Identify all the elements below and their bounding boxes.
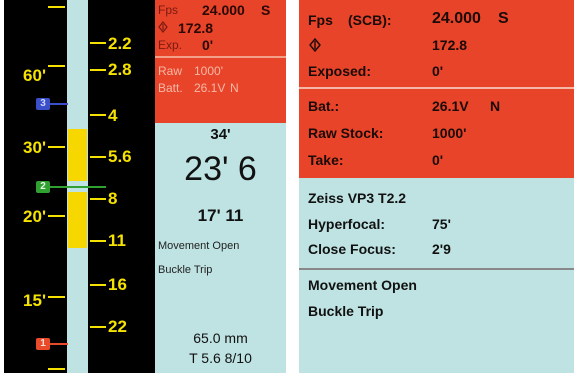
movement-status: Movement Open (308, 277, 417, 293)
scale-tick (48, 296, 65, 298)
focus-marker-3[interactable]: 3 (36, 98, 50, 110)
marker-line-2 (48, 186, 106, 188)
lens-info-column: Fps 24.000 S 172.8 Exp. 0' Raw 1000' Bat… (155, 0, 286, 373)
battery-value: 26.1V (432, 98, 469, 114)
hyperfocal-label: Hyperfocal: (308, 216, 386, 232)
scale-right-label: 4 (108, 106, 118, 125)
exposed-label: Exposed: (308, 63, 372, 79)
scale-tick (48, 146, 65, 148)
depth-of-field-bar-upper (68, 129, 87, 181)
raw-stock-label: Raw Stock: (308, 125, 384, 141)
scale-tick (48, 65, 65, 67)
scale-right-label: 8 (108, 189, 118, 208)
raw-value: 1000' (194, 64, 223, 78)
fps-value: 24.000 (202, 2, 245, 18)
scale-left-label: 20' (23, 207, 46, 226)
focus-marker-2[interactable]: 2 (36, 181, 50, 193)
scale-tick (90, 284, 106, 286)
status-divider (299, 87, 574, 89)
battery-label: Bat.: (308, 98, 340, 114)
scale-tick (90, 156, 106, 158)
scale-tick (90, 69, 106, 71)
raw-stock-value: 1000' (432, 125, 467, 141)
scale-left-label: 30' (23, 138, 46, 157)
batt-label: Batt. (158, 81, 183, 95)
scale-tick (48, 215, 65, 217)
exp-label: Exp. (158, 38, 183, 52)
scale-left-label: 15' (23, 291, 46, 310)
scale-tick (90, 326, 106, 328)
focal-length: 65.0 mm (193, 330, 248, 346)
scale-right-label: 22 (108, 317, 127, 336)
close-focus-value: 2'9 (432, 241, 451, 257)
shutter-value: 172.8 (178, 20, 214, 36)
scale-right-label: 2.8 (108, 60, 132, 79)
batt-unit: N (230, 81, 239, 95)
fps-label: Fps (308, 12, 333, 28)
take-label: Take: (308, 152, 344, 168)
camera-status-block: Fps 24.000 S 172.8 Exp. 0' Raw 1000' Bat… (155, 0, 286, 123)
scale-tick (48, 6, 65, 8)
scale-tick (90, 42, 106, 44)
aperture-value: T 5.6 8/10 (189, 350, 252, 366)
scale-tick (90, 114, 106, 116)
scale-tick (90, 198, 106, 200)
fps-unit: S (498, 10, 509, 27)
scale-left-label: 60' (23, 66, 46, 85)
scale-tick (90, 240, 106, 242)
buckle-status: Buckle Trip (158, 264, 213, 276)
focus-distance: 23' 6 (184, 150, 257, 188)
battery-unit: N (490, 98, 501, 114)
camera-info-panel: Fps (SCB): 24.000 S 172.8 Exposed: 0' Ba… (299, 0, 574, 373)
focus-marker-1[interactable]: 1 (36, 338, 50, 350)
status-divider (155, 56, 286, 58)
marker-line-1 (48, 343, 68, 345)
shutter-angle-icon (309, 38, 321, 52)
hyperfocal-value: 75' (432, 216, 451, 232)
near-focus-distance: 17' 11 (197, 206, 244, 225)
camera-status-block: Fps (SCB): 24.000 S 172.8 Exposed: 0' Ba… (299, 0, 574, 178)
fps-sub-label: (SCB): (348, 12, 392, 28)
depth-of-field-bar-lower (68, 192, 87, 248)
scale-right-label: 5.6 (108, 147, 132, 166)
raw-label: Raw (158, 64, 183, 78)
exp-value: 0' (202, 37, 214, 53)
marker-line-3 (48, 103, 68, 105)
far-focus-distance: 34' (210, 126, 231, 143)
shutter-angle-icon (158, 21, 168, 33)
scale-tick (48, 368, 65, 370)
buckle-status: Buckle Trip (308, 303, 384, 319)
focus-scale-panel: 60' 30' 20' 15' 2.2 2.8 4 5.6 8 11 16 22… (4, 0, 286, 373)
fps-value: 24.000 (432, 10, 481, 27)
lens-name: Zeiss VP3 T2.2 (308, 190, 407, 206)
shutter-value: 172.8 (432, 37, 468, 53)
fps-label: Fps (158, 3, 179, 17)
close-focus-label: Close Focus: (308, 241, 396, 257)
movement-status: Movement Open (158, 240, 240, 252)
fps-unit: S (261, 2, 271, 18)
scale-right-label: 11 (108, 231, 126, 250)
scale-right-label: 16 (108, 275, 127, 294)
section-divider (299, 268, 574, 270)
take-value: 0' (432, 152, 444, 168)
batt-value: 26.1V (194, 81, 226, 95)
exposed-value: 0' (432, 63, 444, 79)
scale-right-label: 2.2 (108, 34, 132, 53)
